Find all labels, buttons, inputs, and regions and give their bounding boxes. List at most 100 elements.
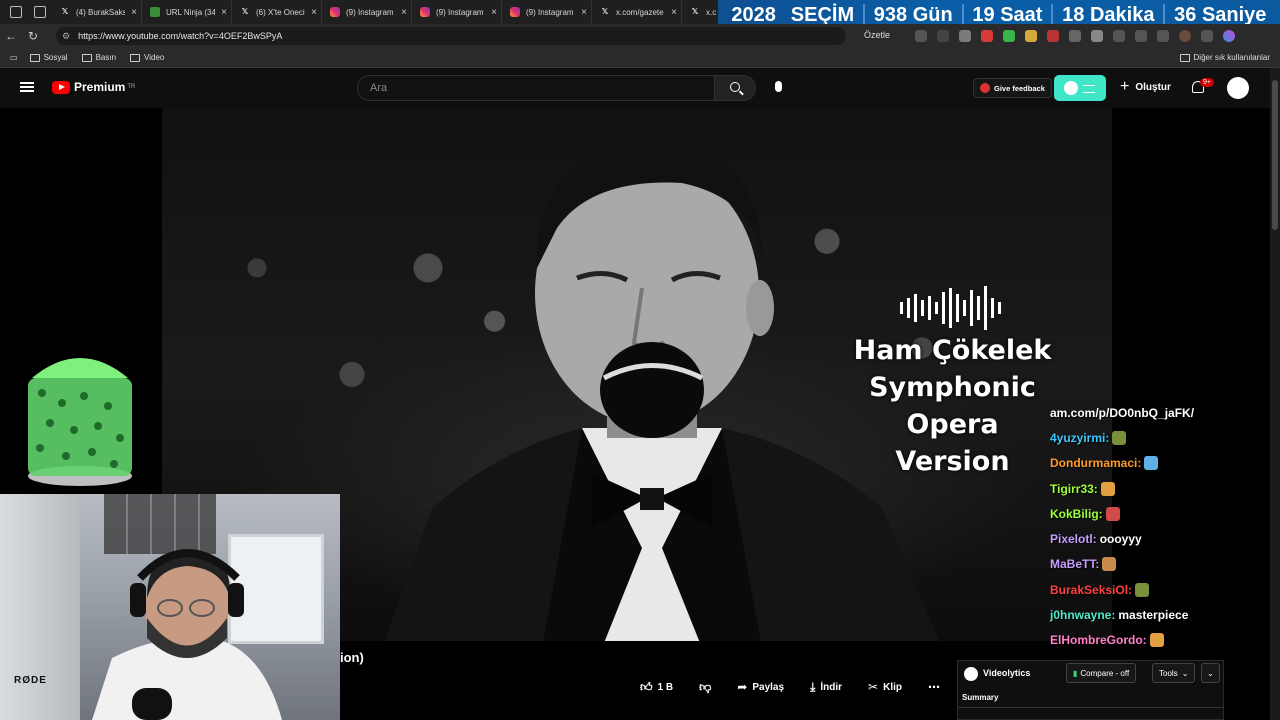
close-tab-icon[interactable]: × [221, 7, 227, 18]
tools-dropdown[interactable]: Tools ⌄ [1152, 663, 1196, 683]
screen: 𝕏 (4) BurakSaks × URL Ninja (34 × 𝕏 (6) X'te O… [0, 0, 1280, 720]
chat-username[interactable]: Dondurmamaci: [1050, 456, 1141, 470]
dislike-button[interactable]: 👎︎ [699, 680, 711, 695]
x-icon: 𝕏 [691, 7, 699, 16]
bookmark-folder-basin[interactable]: Basın [81, 53, 117, 62]
extension-icon[interactable] [1003, 30, 1015, 42]
voice-search-icon[interactable] [775, 81, 782, 92]
share-button[interactable]: ➦ Paylaş [737, 680, 784, 694]
instagram-icon [330, 7, 340, 17]
close-tab-icon[interactable]: × [131, 7, 137, 18]
folder-icon [29, 53, 40, 62]
videolytics-logo-icon [964, 667, 978, 681]
chat-text: am.com/p/DO0nbQ_jaFK/ [1050, 405, 1195, 420]
extension-icon[interactable] [981, 30, 993, 42]
clip-button[interactable]: ✂ Klip [868, 680, 902, 694]
video-overlay-title: Ham Çökelek Symphonic Opera Version [850, 332, 1055, 480]
browser-tab[interactable]: 𝕏 (6) X'te Oneci × [232, 0, 322, 24]
bookmark-folder-sosyal[interactable]: Sosyal [29, 53, 68, 62]
divider [958, 707, 1223, 708]
download-button[interactable]: ⤓ İndir [810, 680, 842, 695]
close-tab-icon[interactable]: × [491, 7, 497, 18]
close-tab-icon[interactable]: × [581, 7, 587, 18]
extension-icon[interactable] [959, 30, 971, 42]
workspaces-icon[interactable] [10, 6, 22, 18]
favorites-icon[interactable] [1113, 30, 1125, 42]
give-feedback-button[interactable]: Give feedback [973, 78, 1052, 98]
chat-username[interactable]: j0hnwayne: [1050, 608, 1115, 622]
search-icon [730, 82, 740, 92]
browser-tab[interactable]: (9) Instagram × [502, 0, 592, 24]
extension-toggle-button[interactable] [1054, 75, 1106, 101]
scrollbar-thumb[interactable] [1272, 80, 1278, 230]
chat-username[interactable]: Pixelotl: [1050, 532, 1097, 546]
chat-emote-icon [1102, 557, 1117, 572]
collections-icon[interactable] [1135, 30, 1147, 42]
chat-username[interactable]: BurakSeksiOl: [1050, 583, 1132, 597]
chat-username[interactable]: Tigirr33: [1050, 482, 1098, 496]
copilot-icon[interactable] [1223, 30, 1235, 42]
chat-username[interactable]: KokBilig: [1050, 507, 1103, 521]
security-icon[interactable] [1157, 30, 1169, 42]
microphone-brand: RØDE [14, 675, 47, 686]
chevron-down-icon: ⌄ [1207, 668, 1214, 678]
close-tab-icon[interactable]: × [311, 7, 317, 18]
bookmark-label: Basın [95, 53, 117, 62]
bookmark-label: Video [144, 53, 165, 62]
chat-message: ElHombreGordo: [1050, 628, 1270, 653]
extension-icon[interactable] [1047, 30, 1059, 42]
extension-icon[interactable] [1025, 30, 1037, 42]
more-actions-button[interactable]: ⋯ [928, 680, 940, 694]
account-avatar[interactable] [1227, 77, 1249, 99]
youtube-logo[interactable]: Premium TR [52, 80, 135, 94]
site-info-icon[interactable]: ⚙ [62, 31, 70, 42]
youtube-play-icon [52, 80, 70, 94]
thumbs-down-icon: 👎︎ [699, 679, 712, 694]
share-label: Paylaş [752, 681, 785, 693]
extension-icon[interactable] [1091, 30, 1103, 42]
other-bookmarks[interactable]: Diğer sık kullanılanlar [1179, 53, 1270, 62]
video-actions: 👍︎ 1 B 👎︎ ➦ Paylaş ⤓ İndir ✂ Klip ⋯ [640, 676, 966, 698]
webcam-background-wall [0, 494, 80, 720]
extension-icon[interactable] [937, 30, 949, 42]
browser-tab[interactable]: 𝕏 (4) BurakSaks × [52, 0, 142, 24]
search-button[interactable] [714, 75, 756, 101]
chat-username[interactable]: MaBeTT: [1050, 557, 1099, 571]
x-icon: 𝕏 [241, 7, 249, 16]
page-scrollbar[interactable] [1270, 68, 1280, 720]
create-button[interactable]: + Oluştur [1120, 79, 1171, 95]
more-menu-icon[interactable] [1201, 30, 1213, 42]
browser-tab[interactable]: (9) Instagram × [412, 0, 502, 24]
reading-list-icon[interactable]: ▭ [10, 53, 18, 62]
tab-actions-icon[interactable] [34, 6, 46, 18]
chat-username[interactable]: 4yuzyirmi: [1050, 431, 1109, 445]
like-button[interactable]: 👍︎ 1 B [640, 680, 673, 695]
extension-icon[interactable] [915, 30, 927, 42]
summary-tab[interactable]: Summary [962, 693, 998, 702]
browser-tab[interactable]: (9) Instagram × [322, 0, 412, 24]
search-input[interactable]: Ara [357, 75, 715, 101]
bookmark-folder-video[interactable]: Video [130, 53, 164, 62]
browser-tab[interactable]: 𝕏x.com/gazete × [592, 0, 682, 24]
compare-button[interactable]: ▮ Compare - off [1066, 663, 1137, 683]
extension-icon[interactable] [1069, 30, 1081, 42]
address-bar[interactable]: ⚙ https://www.youtube.com/watch?v=4OEF2B… [56, 27, 846, 45]
hamburger-menu-icon[interactable] [20, 82, 34, 92]
scissors-icon: ✂ [868, 680, 879, 694]
tab-title: URL Ninja (34 [166, 7, 216, 17]
profile-avatar-icon[interactable] [1179, 30, 1191, 42]
close-tab-icon[interactable]: × [401, 7, 407, 18]
collapse-button[interactable]: ⌄ [1201, 663, 1220, 683]
feedback-label: Give feedback [994, 83, 1045, 93]
back-icon[interactable]: ← [0, 29, 22, 43]
countdown-divider [862, 4, 865, 26]
close-tab-icon[interactable]: × [671, 7, 677, 18]
compare-label: Compare - off [1080, 668, 1130, 678]
summarize-button[interactable]: Özetle [864, 30, 890, 40]
reload-icon[interactable]: ↻ [22, 29, 44, 43]
url-text: https://www.youtube.com/watch?v=4OEF2BwS… [78, 31, 283, 41]
window-controls [0, 6, 52, 18]
browser-tab[interactable]: URL Ninja (34 × [142, 0, 232, 24]
thumbs-up-icon: 👍︎ [640, 679, 653, 694]
chat-username[interactable]: ElHombreGordo: [1050, 633, 1147, 647]
